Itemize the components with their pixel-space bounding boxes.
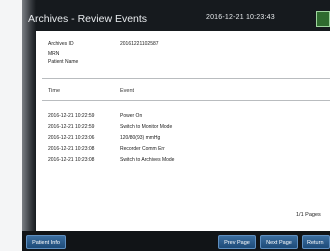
- archives-id-value: 20161221102587: [120, 41, 159, 47]
- header-divider: [42, 78, 330, 79]
- event-description: Power On: [120, 113, 143, 119]
- prev-page-button[interactable]: Prev Page: [218, 235, 256, 249]
- column-header-time: Time: [48, 88, 61, 94]
- column-header-event: Event: [120, 88, 135, 94]
- current-datetime: 2016-12-21 10:23:43: [206, 14, 275, 21]
- event-time: 2016-12-21 10:23:08: [48, 146, 95, 152]
- table-divider: [42, 100, 330, 101]
- event-time: 2016-12-21 10:23:06: [48, 135, 95, 141]
- event-description: 120/80(93) mmHg: [120, 135, 161, 141]
- next-page-button[interactable]: Next Page: [260, 235, 298, 249]
- monitor-screen: Archives - Review Events 2016-12-21 10:2…: [22, 0, 330, 251]
- patient-name-label: Patient Name: [48, 59, 79, 65]
- event-time: 2016-12-21 10:22:59: [48, 113, 95, 119]
- archives-id-label: Archives ID: [48, 41, 74, 47]
- page-indicator: 1/1 Pages: [296, 212, 321, 218]
- status-indicator-icon: [316, 11, 330, 27]
- mrn-label: MRN: [48, 51, 60, 57]
- event-time: 2016-12-21 10:23:08: [48, 157, 95, 163]
- event-time: 2016-12-21 10:22:59: [48, 124, 95, 130]
- event-description: Recorder Comm Err: [120, 146, 165, 152]
- screen-title: Archives - Review Events: [28, 13, 148, 25]
- footer-toolbar: Patient Info Prev Page Next Page Return: [22, 231, 330, 251]
- event-description: Switch to Archives Mode: [120, 157, 175, 163]
- patient-info-button[interactable]: Patient Info: [26, 235, 66, 249]
- title-bar: Archives - Review Events 2016-12-21 10:2…: [22, 10, 330, 30]
- event-description: Switch to Monitor Mode: [120, 124, 173, 130]
- review-events-panel: Archives ID 20161221102587 MRN Patient N…: [36, 31, 330, 231]
- return-button[interactable]: Return: [302, 235, 330, 249]
